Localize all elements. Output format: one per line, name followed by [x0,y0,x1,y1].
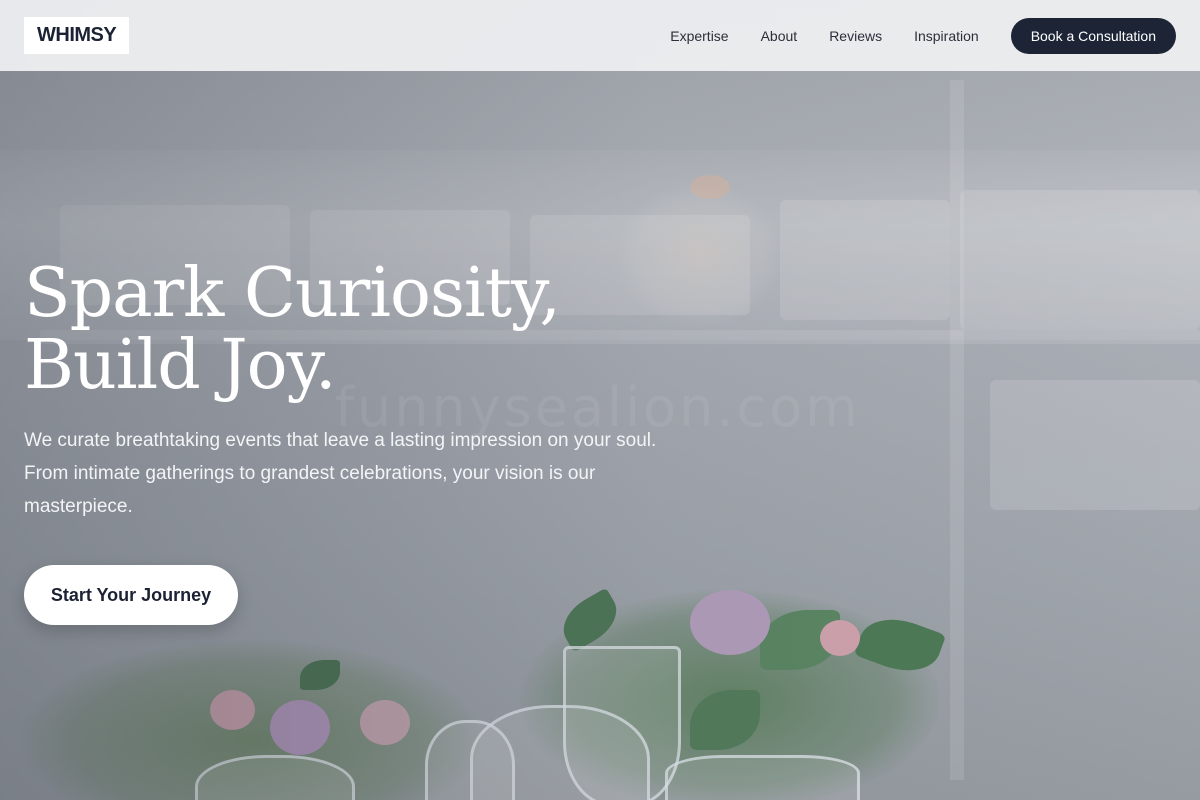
start-journey-button[interactable]: Start Your Journey [24,565,238,625]
hero-section: Spark Curiosity, Build Joy. We curate br… [24,258,724,625]
nav-link-inspiration[interactable]: Inspiration [914,28,979,44]
navbar: WHIMSY Expertise About Reviews Inspirati… [0,0,1200,71]
hero-headline: Spark Curiosity, Build Joy. [24,258,724,402]
brand-logo[interactable]: WHIMSY [24,17,130,54]
headline-line-1: Spark Curiosity, [24,254,561,333]
nav-link-about[interactable]: About [761,28,798,44]
nav-link-expertise[interactable]: Expertise [670,28,728,44]
nav-link-reviews[interactable]: Reviews [829,28,882,44]
headline-line-2: Build Joy. [24,326,337,405]
hero-description: We curate breathtaking events that leave… [24,430,657,517]
nav-menu: Expertise About Reviews Inspiration Book… [670,17,1176,54]
book-consultation-button[interactable]: Book a Consultation [1010,17,1176,54]
